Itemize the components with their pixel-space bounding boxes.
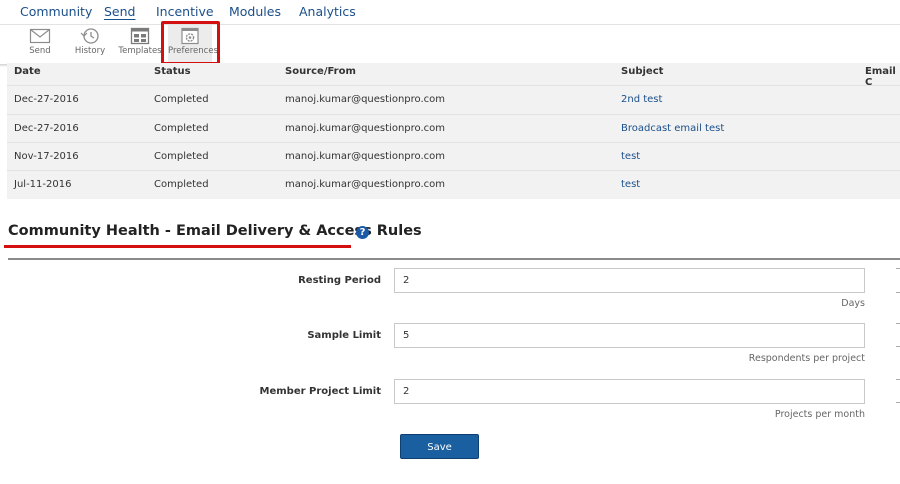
row-status: Completed <box>154 179 209 190</box>
edge-marker <box>896 323 900 324</box>
header-source: Source/From <box>285 66 356 77</box>
envelope-icon <box>29 28 51 44</box>
resting-period-input[interactable] <box>394 268 865 293</box>
toolbar-history-label: History <box>74 46 106 56</box>
edge-marker <box>896 268 900 269</box>
table-row: Nov-17-2016 Completed manoj.kumar@questi… <box>7 142 900 171</box>
header-subject: Subject <box>621 66 664 77</box>
tab-analytics[interactable]: Analytics <box>299 4 356 19</box>
row-date: Nov-17-2016 <box>14 151 79 162</box>
send-toolbar: Send History Templates Preferences <box>0 25 900 65</box>
top-nav: Community Send Incentive Modules Analyti… <box>0 0 900 25</box>
sample-limit-input[interactable] <box>394 323 865 348</box>
edge-marker <box>896 402 900 403</box>
sample-limit-label: Sample Limit <box>307 330 381 341</box>
help-icon[interactable]: ? <box>356 226 369 239</box>
table-row: Jul-11-2016 Completed manoj.kumar@questi… <box>7 170 900 199</box>
section-divider <box>8 258 900 260</box>
resting-period-label: Resting Period <box>298 275 381 286</box>
row-status: Completed <box>154 151 209 162</box>
preferences-highlight-box <box>161 21 220 65</box>
resting-period-hint: Days <box>841 298 865 309</box>
toolbar-templates-label: Templates <box>118 46 162 56</box>
row-status: Completed <box>154 94 209 105</box>
toolbar-history-button[interactable]: History <box>68 25 112 63</box>
table-row: Dec-27-2016 Completed manoj.kumar@questi… <box>7 85 900 114</box>
toolbar-templates-button[interactable]: Templates <box>118 25 162 63</box>
member-project-limit-label: Member Project Limit <box>259 386 381 397</box>
member-project-limit-input[interactable] <box>394 379 865 404</box>
row-date: Dec-27-2016 <box>14 94 79 105</box>
row-subject-link[interactable]: Broadcast email test <box>621 123 724 134</box>
row-source: manoj.kumar@questionpro.com <box>285 151 446 162</box>
tab-community[interactable]: Community <box>20 4 92 19</box>
messages-table: Date Status Source/From Subject Email C … <box>7 63 900 199</box>
edge-marker <box>896 379 900 380</box>
tab-modules[interactable]: Modules <box>229 4 281 19</box>
row-status: Completed <box>154 123 209 134</box>
tab-incentive[interactable]: Incentive <box>156 4 214 19</box>
templates-icon <box>130 27 150 45</box>
toolbar-send-label: Send <box>29 46 51 56</box>
row-subject-link[interactable]: 2nd test <box>621 94 662 105</box>
row-date: Jul-11-2016 <box>14 179 72 190</box>
row-source: manoj.kumar@questionpro.com <box>285 123 446 134</box>
history-icon <box>80 28 99 44</box>
edge-marker <box>896 292 900 293</box>
tab-send[interactable]: Send <box>104 4 135 19</box>
save-changes-button[interactable]: Save Changes <box>400 434 479 477</box>
header-date: Date <box>14 66 41 77</box>
section-title-highlight <box>4 245 351 248</box>
row-source: manoj.kumar@questionpro.com <box>285 179 446 190</box>
row-source: manoj.kumar@questionpro.com <box>285 94 446 105</box>
table-row: Dec-27-2016 Completed manoj.kumar@questi… <box>7 114 900 143</box>
member-project-limit-hint: Projects per month <box>774 409 865 420</box>
row-subject-link[interactable]: test <box>621 151 640 162</box>
toolbar-send-button[interactable]: Send <box>18 25 62 63</box>
row-subject-link[interactable]: test <box>621 179 640 190</box>
edge-marker <box>896 346 900 347</box>
row-date: Dec-27-2016 <box>14 123 79 134</box>
header-status: Status <box>154 66 191 77</box>
sample-limit-hint: Respondents per project <box>748 353 865 364</box>
